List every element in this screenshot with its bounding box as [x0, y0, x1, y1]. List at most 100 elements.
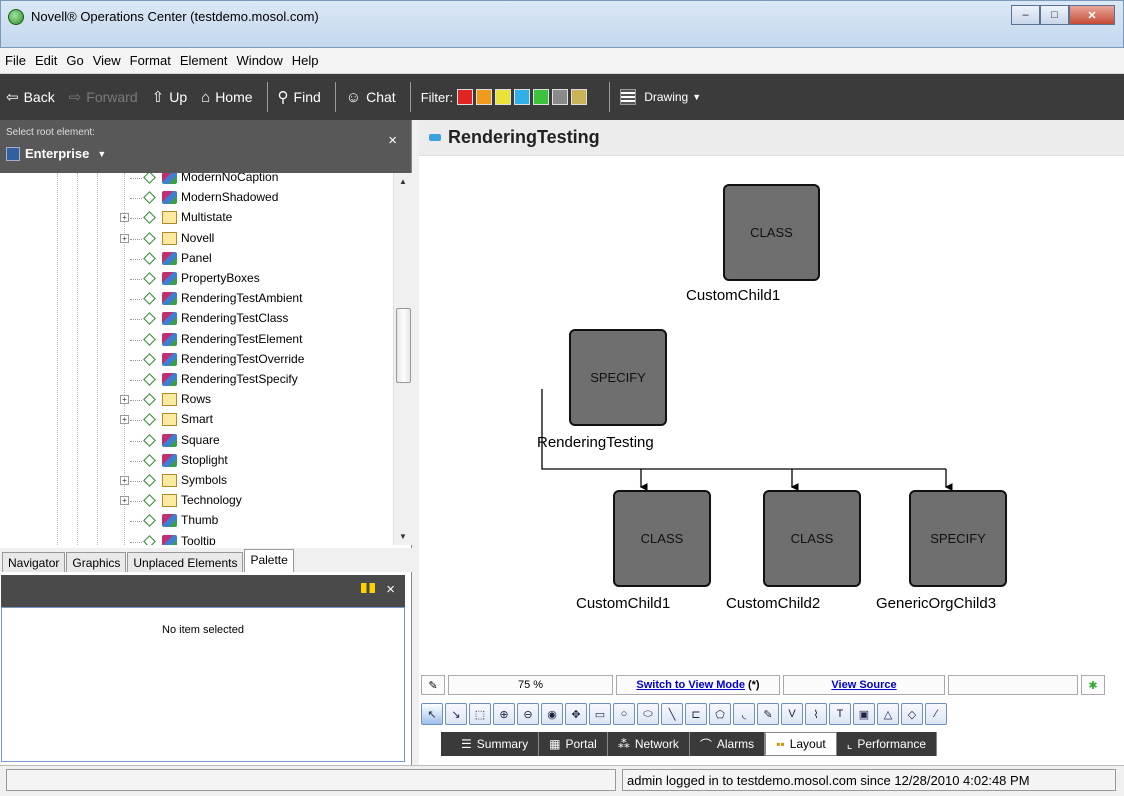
- menu-edit[interactable]: Edit: [35, 53, 57, 68]
- tab-navigator[interactable]: Navigator: [2, 552, 66, 572]
- node-label[interactable]: CustomChild1: [686, 287, 780, 304]
- polygon-icon[interactable]: ⬠: [709, 703, 731, 725]
- node-box-class[interactable]: CLASS: [723, 184, 820, 281]
- eyedropper-icon[interactable]: ⁄: [925, 703, 947, 725]
- zoom-out-icon[interactable]: ⊖: [517, 703, 539, 725]
- expand-icon[interactable]: +: [120, 213, 129, 223]
- node-box-specify[interactable]: SPECIFY: [909, 490, 1007, 587]
- tab-performance[interactable]: ⌞ Performance: [837, 732, 938, 756]
- menu-view[interactable]: View: [93, 53, 121, 68]
- tab-unplaced-elements[interactable]: Unplaced Elements: [127, 552, 244, 572]
- pan-icon[interactable]: ✥: [565, 703, 587, 725]
- back-button[interactable]: ⇦ Back: [6, 88, 55, 106]
- node-box-class[interactable]: CLASS: [613, 490, 711, 587]
- tree-item[interactable]: + Symbols: [0, 471, 393, 491]
- minimize-button[interactable]: –: [1011, 5, 1040, 25]
- circle-icon[interactable]: ○: [613, 703, 635, 725]
- close-palette-icon[interactable]: ×: [386, 581, 395, 598]
- tree-item[interactable]: + Rows: [0, 390, 393, 410]
- chat-button[interactable]: ☺ Chat: [346, 89, 396, 106]
- menu-go[interactable]: Go: [66, 53, 83, 68]
- tree-item[interactable]: + Multistate: [0, 208, 393, 228]
- tree-item[interactable]: RenderingTestSpecify: [0, 370, 393, 390]
- tree-item[interactable]: + Technology: [0, 491, 393, 511]
- close-panel-icon[interactable]: ×: [388, 132, 397, 149]
- drawing-menu-button[interactable]: Drawing ▼: [620, 89, 701, 105]
- view-source-link[interactable]: View Source: [831, 679, 896, 691]
- close-button[interactable]: ✕: [1069, 5, 1115, 25]
- menu-element[interactable]: Element: [180, 53, 228, 68]
- root-selector-dropdown[interactable]: Enterprise ▼: [6, 146, 106, 161]
- expand-icon[interactable]: +: [120, 496, 129, 506]
- filter-info[interactable]: [514, 89, 531, 105]
- tab-portal[interactable]: ▦ Portal: [539, 732, 608, 756]
- expand-icon[interactable]: +: [120, 476, 129, 485]
- switch-to-view-mode-link[interactable]: Switch to View Mode: [636, 679, 745, 691]
- ellipse-icon[interactable]: ⬭: [637, 703, 659, 725]
- scrollbar-thumb[interactable]: [396, 308, 411, 383]
- zoom-icon[interactable]: ◉: [541, 703, 563, 725]
- tree-item[interactable]: RenderingTestElement: [0, 330, 393, 350]
- image-icon[interactable]: ▣: [853, 703, 875, 725]
- tree-item[interactable]: Square: [0, 431, 393, 451]
- triangle-icon[interactable]: △: [877, 703, 899, 725]
- freeform-icon[interactable]: ✎: [757, 703, 779, 725]
- tab-summary[interactable]: ☰ Summary: [451, 732, 540, 756]
- tree-item[interactable]: RenderingTestAmbient: [0, 289, 393, 309]
- curve-icon[interactable]: ◟: [733, 703, 755, 725]
- node-label[interactable]: CustomChild2: [726, 595, 820, 612]
- tab-graphics[interactable]: Graphics: [66, 552, 127, 572]
- connector-icon[interactable]: ⊏: [685, 703, 707, 725]
- line-icon[interactable]: ╲: [661, 703, 683, 725]
- tree-item[interactable]: Thumb: [0, 511, 393, 531]
- tab-palette[interactable]: Palette: [244, 549, 294, 572]
- tree-item[interactable]: ModernShadowed: [0, 188, 393, 208]
- filter-major[interactable]: [476, 89, 493, 105]
- up-button[interactable]: ⇧ Up: [152, 88, 187, 106]
- node-label[interactable]: RenderingTesting: [537, 434, 654, 451]
- tab-alarms[interactable]: ⌒ Alarms: [690, 732, 766, 756]
- tree-item[interactable]: RenderingTestClass: [0, 309, 393, 329]
- marquee-icon[interactable]: ⬚: [469, 703, 491, 725]
- filter-minor[interactable]: [495, 89, 512, 105]
- node-label[interactable]: GenericOrgChild3: [876, 595, 996, 612]
- tree-scrollbar[interactable]: ▲ ▼: [393, 173, 412, 545]
- rectangle-icon[interactable]: ▭: [589, 703, 611, 725]
- tree-item[interactable]: ModernNoCaption: [0, 173, 393, 188]
- zoom-in-icon[interactable]: ⊕: [493, 703, 515, 725]
- node-box-class[interactable]: CLASS: [763, 490, 861, 587]
- text-icon[interactable]: T: [829, 703, 851, 725]
- tree-item[interactable]: + Novell: [0, 229, 393, 249]
- select-pointer-icon[interactable]: ↖: [421, 703, 443, 725]
- tab-layout[interactable]: ▪▪ Layout: [765, 732, 837, 756]
- find-button[interactable]: ⚲ Find: [278, 88, 321, 106]
- diamond-icon[interactable]: ◇: [901, 703, 923, 725]
- fit-icon[interactable]: ✱: [1081, 675, 1105, 695]
- node-box-specify[interactable]: SPECIFY: [569, 329, 667, 426]
- scroll-up-icon[interactable]: ▲: [399, 177, 407, 186]
- menu-help[interactable]: Help: [292, 53, 319, 68]
- home-button[interactable]: ⌂ Home: [201, 89, 252, 106]
- maximize-button[interactable]: □: [1040, 5, 1069, 25]
- tree-item[interactable]: Stoplight: [0, 451, 393, 471]
- v-shape-icon[interactable]: V: [781, 703, 803, 725]
- scroll-down-icon[interactable]: ▼: [399, 532, 407, 541]
- filter-unknown[interactable]: [552, 89, 569, 105]
- tree-item[interactable]: RenderingTestOverride: [0, 350, 393, 370]
- tree-item[interactable]: PropertyBoxes: [0, 269, 393, 289]
- menu-file[interactable]: File: [5, 53, 26, 68]
- menu-format[interactable]: Format: [130, 53, 171, 68]
- tree-item[interactable]: + Smart: [0, 410, 393, 430]
- polyline-icon[interactable]: ⌇: [805, 703, 827, 725]
- tree-item[interactable]: Panel: [0, 249, 393, 269]
- filter-ok[interactable]: [533, 89, 550, 105]
- expand-icon[interactable]: +: [120, 415, 129, 425]
- expand-icon[interactable]: +: [120, 395, 129, 405]
- node-label[interactable]: CustomChild1: [576, 595, 670, 612]
- layout-canvas[interactable]: CLASS CustomChild1 SPECIFY RenderingTest…: [419, 157, 1119, 670]
- forward-button[interactable]: ⇨ Forward: [69, 88, 138, 106]
- menu-window[interactable]: Window: [237, 53, 283, 68]
- tab-network[interactable]: ⁂ Network: [608, 732, 690, 756]
- expand-icon[interactable]: +: [120, 233, 129, 243]
- filter-unmanaged[interactable]: [571, 89, 588, 105]
